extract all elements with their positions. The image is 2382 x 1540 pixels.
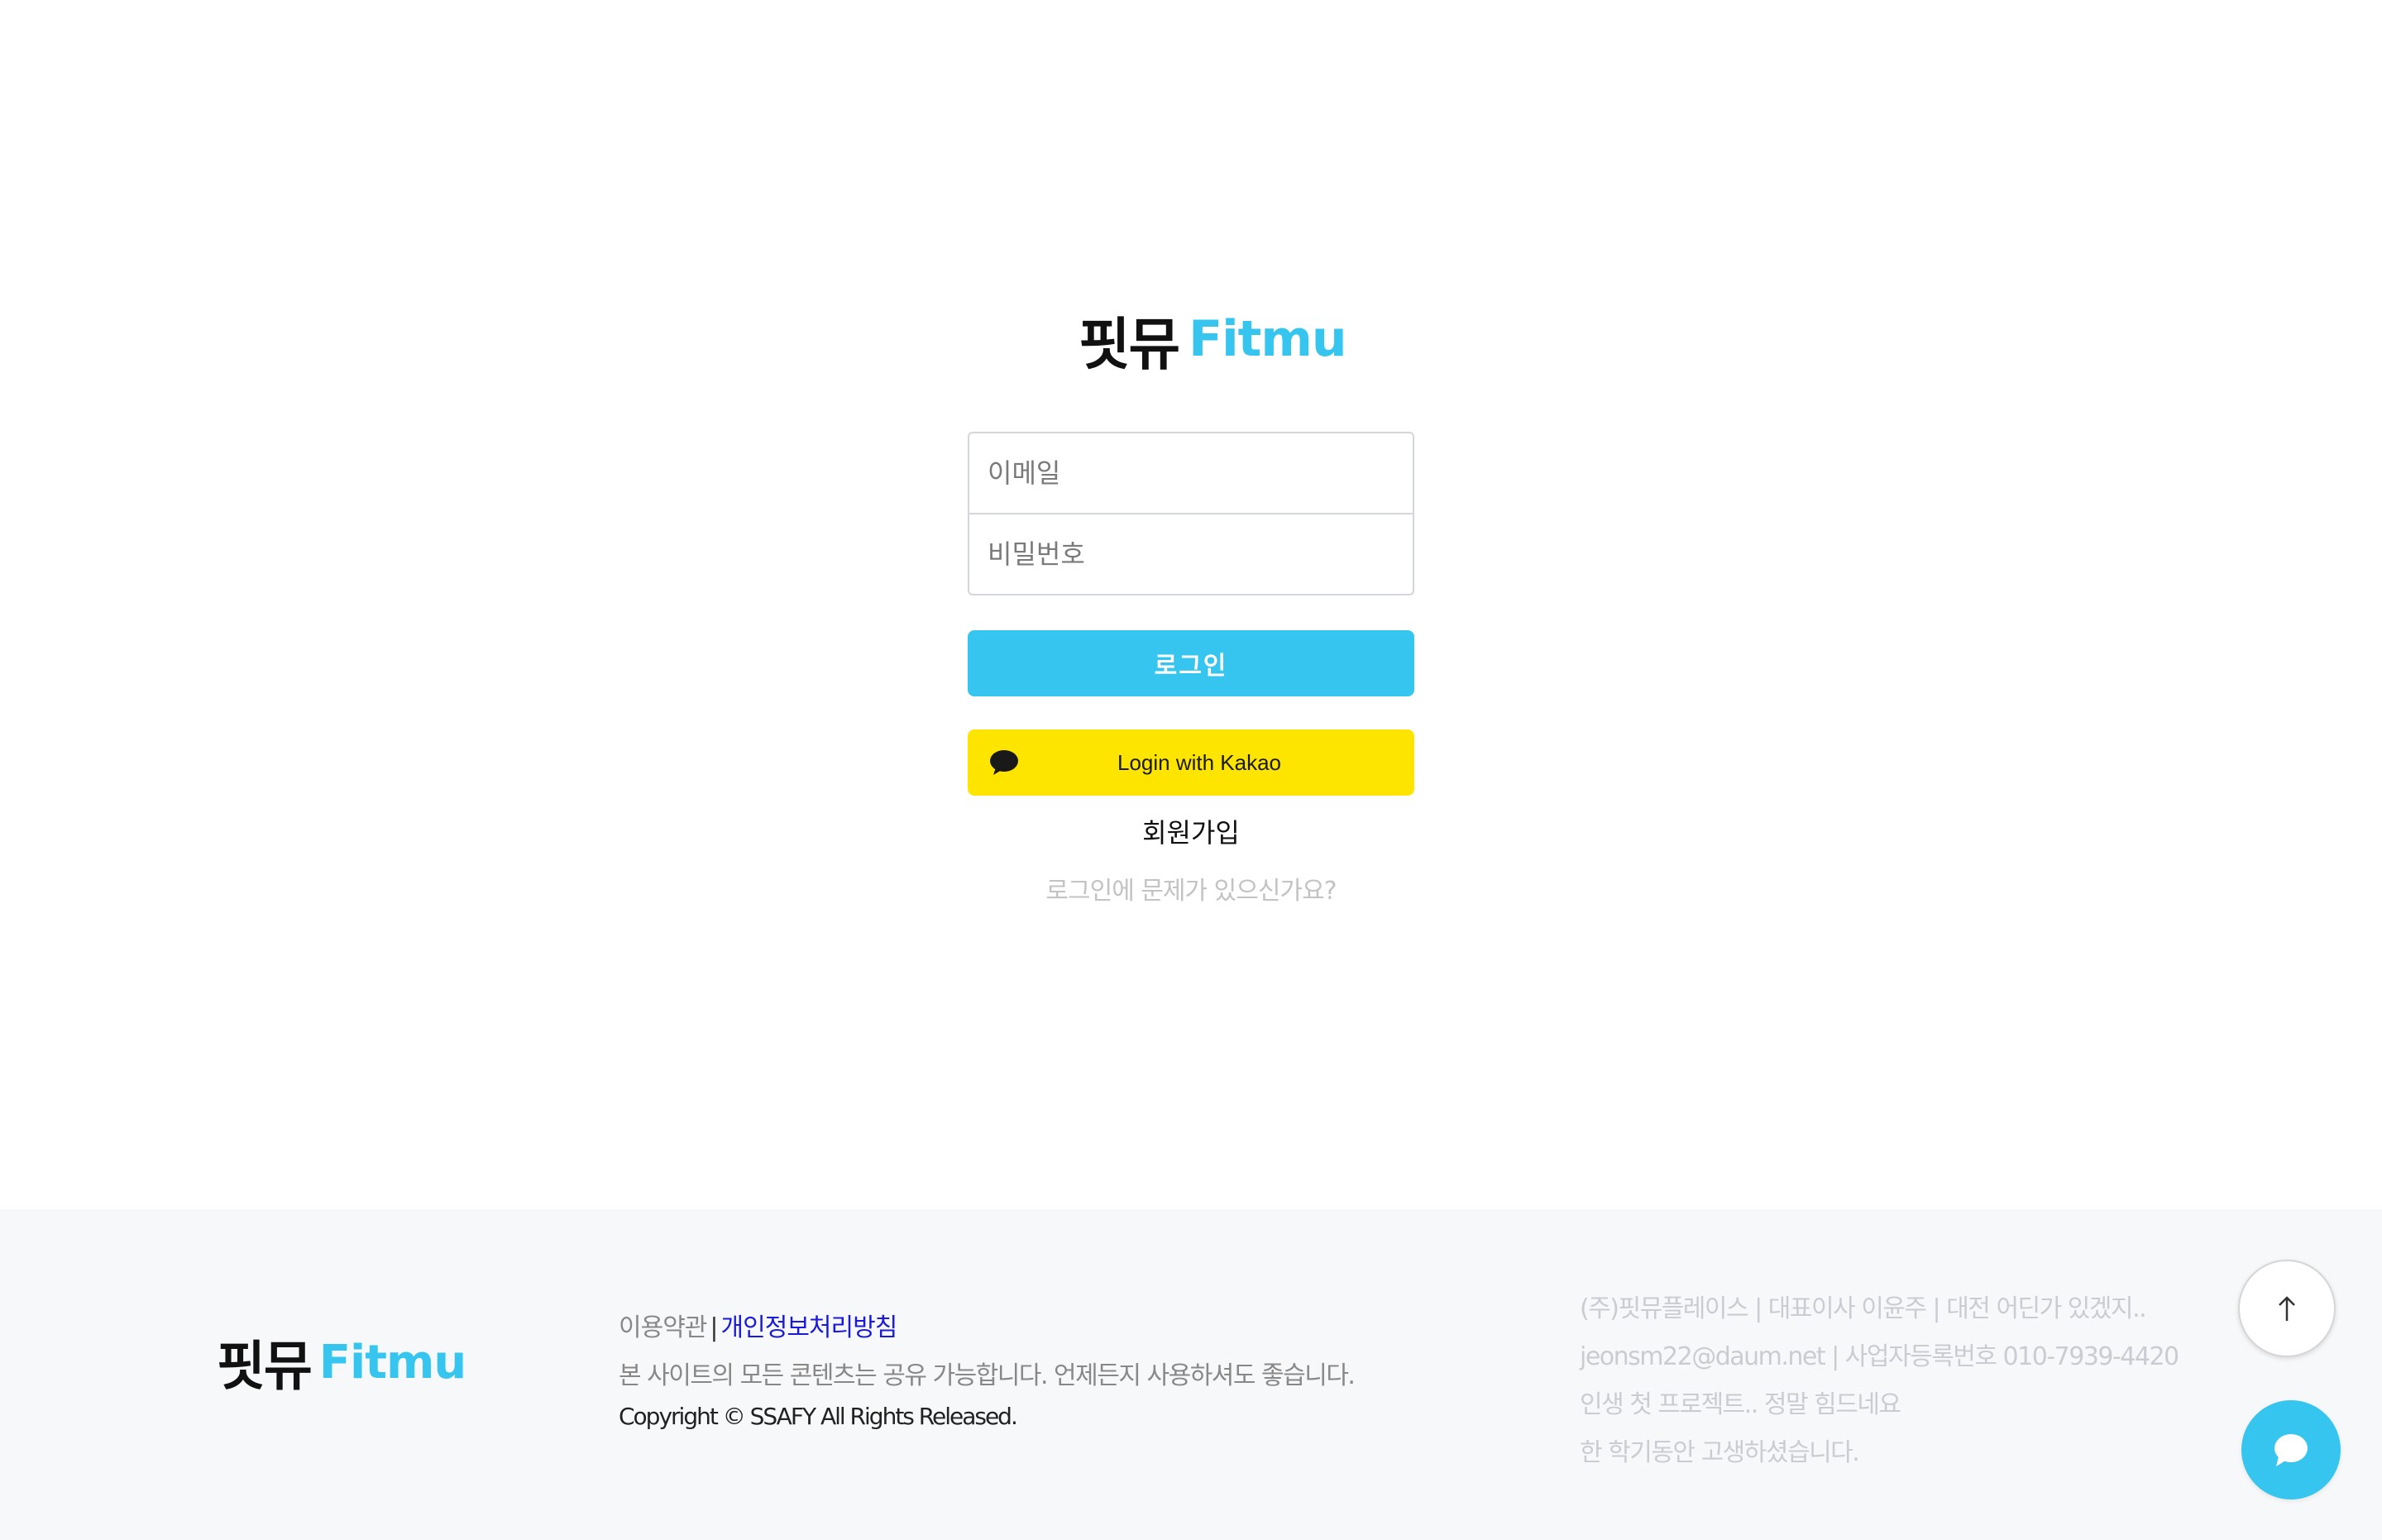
login-trouble-link[interactable]: 로그인에 문제가 있으신가요? bbox=[968, 870, 1414, 906]
footer-logo: 핏뮤 Fitmu bbox=[217, 1333, 466, 1399]
company-info-line: (주)핏뮤플레이스 | 대표이사 이윤주 | 대전 어딘가 있겠지.. bbox=[1580, 1294, 2147, 1323]
kakao-login-button[interactable]: Login with Kakao bbox=[968, 729, 1414, 796]
footer-link-separator: | bbox=[710, 1313, 718, 1342]
speech-bubble-icon bbox=[990, 750, 1018, 775]
company-info-line: 한 학기동안 고생하셨습니다. bbox=[1580, 1438, 1860, 1467]
company-info: (주)핏뮤플레이스 | 대표이사 이윤주 | 대전 어딘가 있겠지.. jeon… bbox=[1580, 1285, 2179, 1477]
footer: 핏뮤 Fitmu 이용약관 | 개인정보처리방침 본 사이트의 모든 콘텐츠는 공유… bbox=[0, 1209, 2382, 1540]
scroll-top-button[interactable] bbox=[2238, 1260, 2336, 1357]
main-logo: 핏뮤 Fitmu bbox=[1079, 308, 1347, 378]
privacy-policy-link[interactable]: 개인정보처리방침 bbox=[721, 1313, 898, 1342]
kakao-login-label: Login with Kakao bbox=[1117, 749, 1282, 775]
password-input[interactable] bbox=[968, 514, 1414, 595]
logo-english: Fitmu bbox=[1189, 310, 1346, 368]
footer-info: 이용약관 | 개인정보처리방침 본 사이트의 모든 콘텐츠는 공유 가능합니다. 언… bbox=[619, 1307, 1356, 1430]
footer-links: 이용약관 | 개인정보처리방침 bbox=[619, 1307, 1354, 1355]
footer-logo-korean: 핏뮤 bbox=[217, 1337, 313, 1398]
page: 핏뮤 Fitmu 로그인 Login with Kakao 회원가입 로그인에 … bbox=[0, 0, 2382, 1540]
chat-button[interactable] bbox=[2241, 1400, 2341, 1499]
footer-description: 본 사이트의 모든 콘텐츠는 공유 가능합니다. 언제든지 사용하셔도 좋습니다… bbox=[619, 1361, 1356, 1390]
login-inputs bbox=[968, 432, 1414, 595]
footer-logo-english: Fitmu bbox=[318, 1335, 466, 1389]
email-input[interactable] bbox=[968, 432, 1414, 514]
company-info-line: 인생 첫 프로젝트.. 정말 힘드네요 bbox=[1580, 1390, 1901, 1419]
footer-copyright: Copyright © SSAFY All Rights Released. bbox=[619, 1403, 1018, 1430]
logo-korean: 핏뮤 bbox=[1079, 312, 1180, 378]
company-info-line: jeonsm22@daum.net | 사업자등록번호 010-7939-442… bbox=[1580, 1342, 2179, 1371]
login-button[interactable]: 로그인 bbox=[968, 630, 1414, 696]
signup-link[interactable]: 회원가입 bbox=[968, 812, 1414, 850]
arrow-up-icon bbox=[2279, 1296, 2295, 1321]
terms-link[interactable]: 이용약관 bbox=[619, 1313, 707, 1342]
chat-bubble-icon bbox=[2274, 1434, 2308, 1466]
